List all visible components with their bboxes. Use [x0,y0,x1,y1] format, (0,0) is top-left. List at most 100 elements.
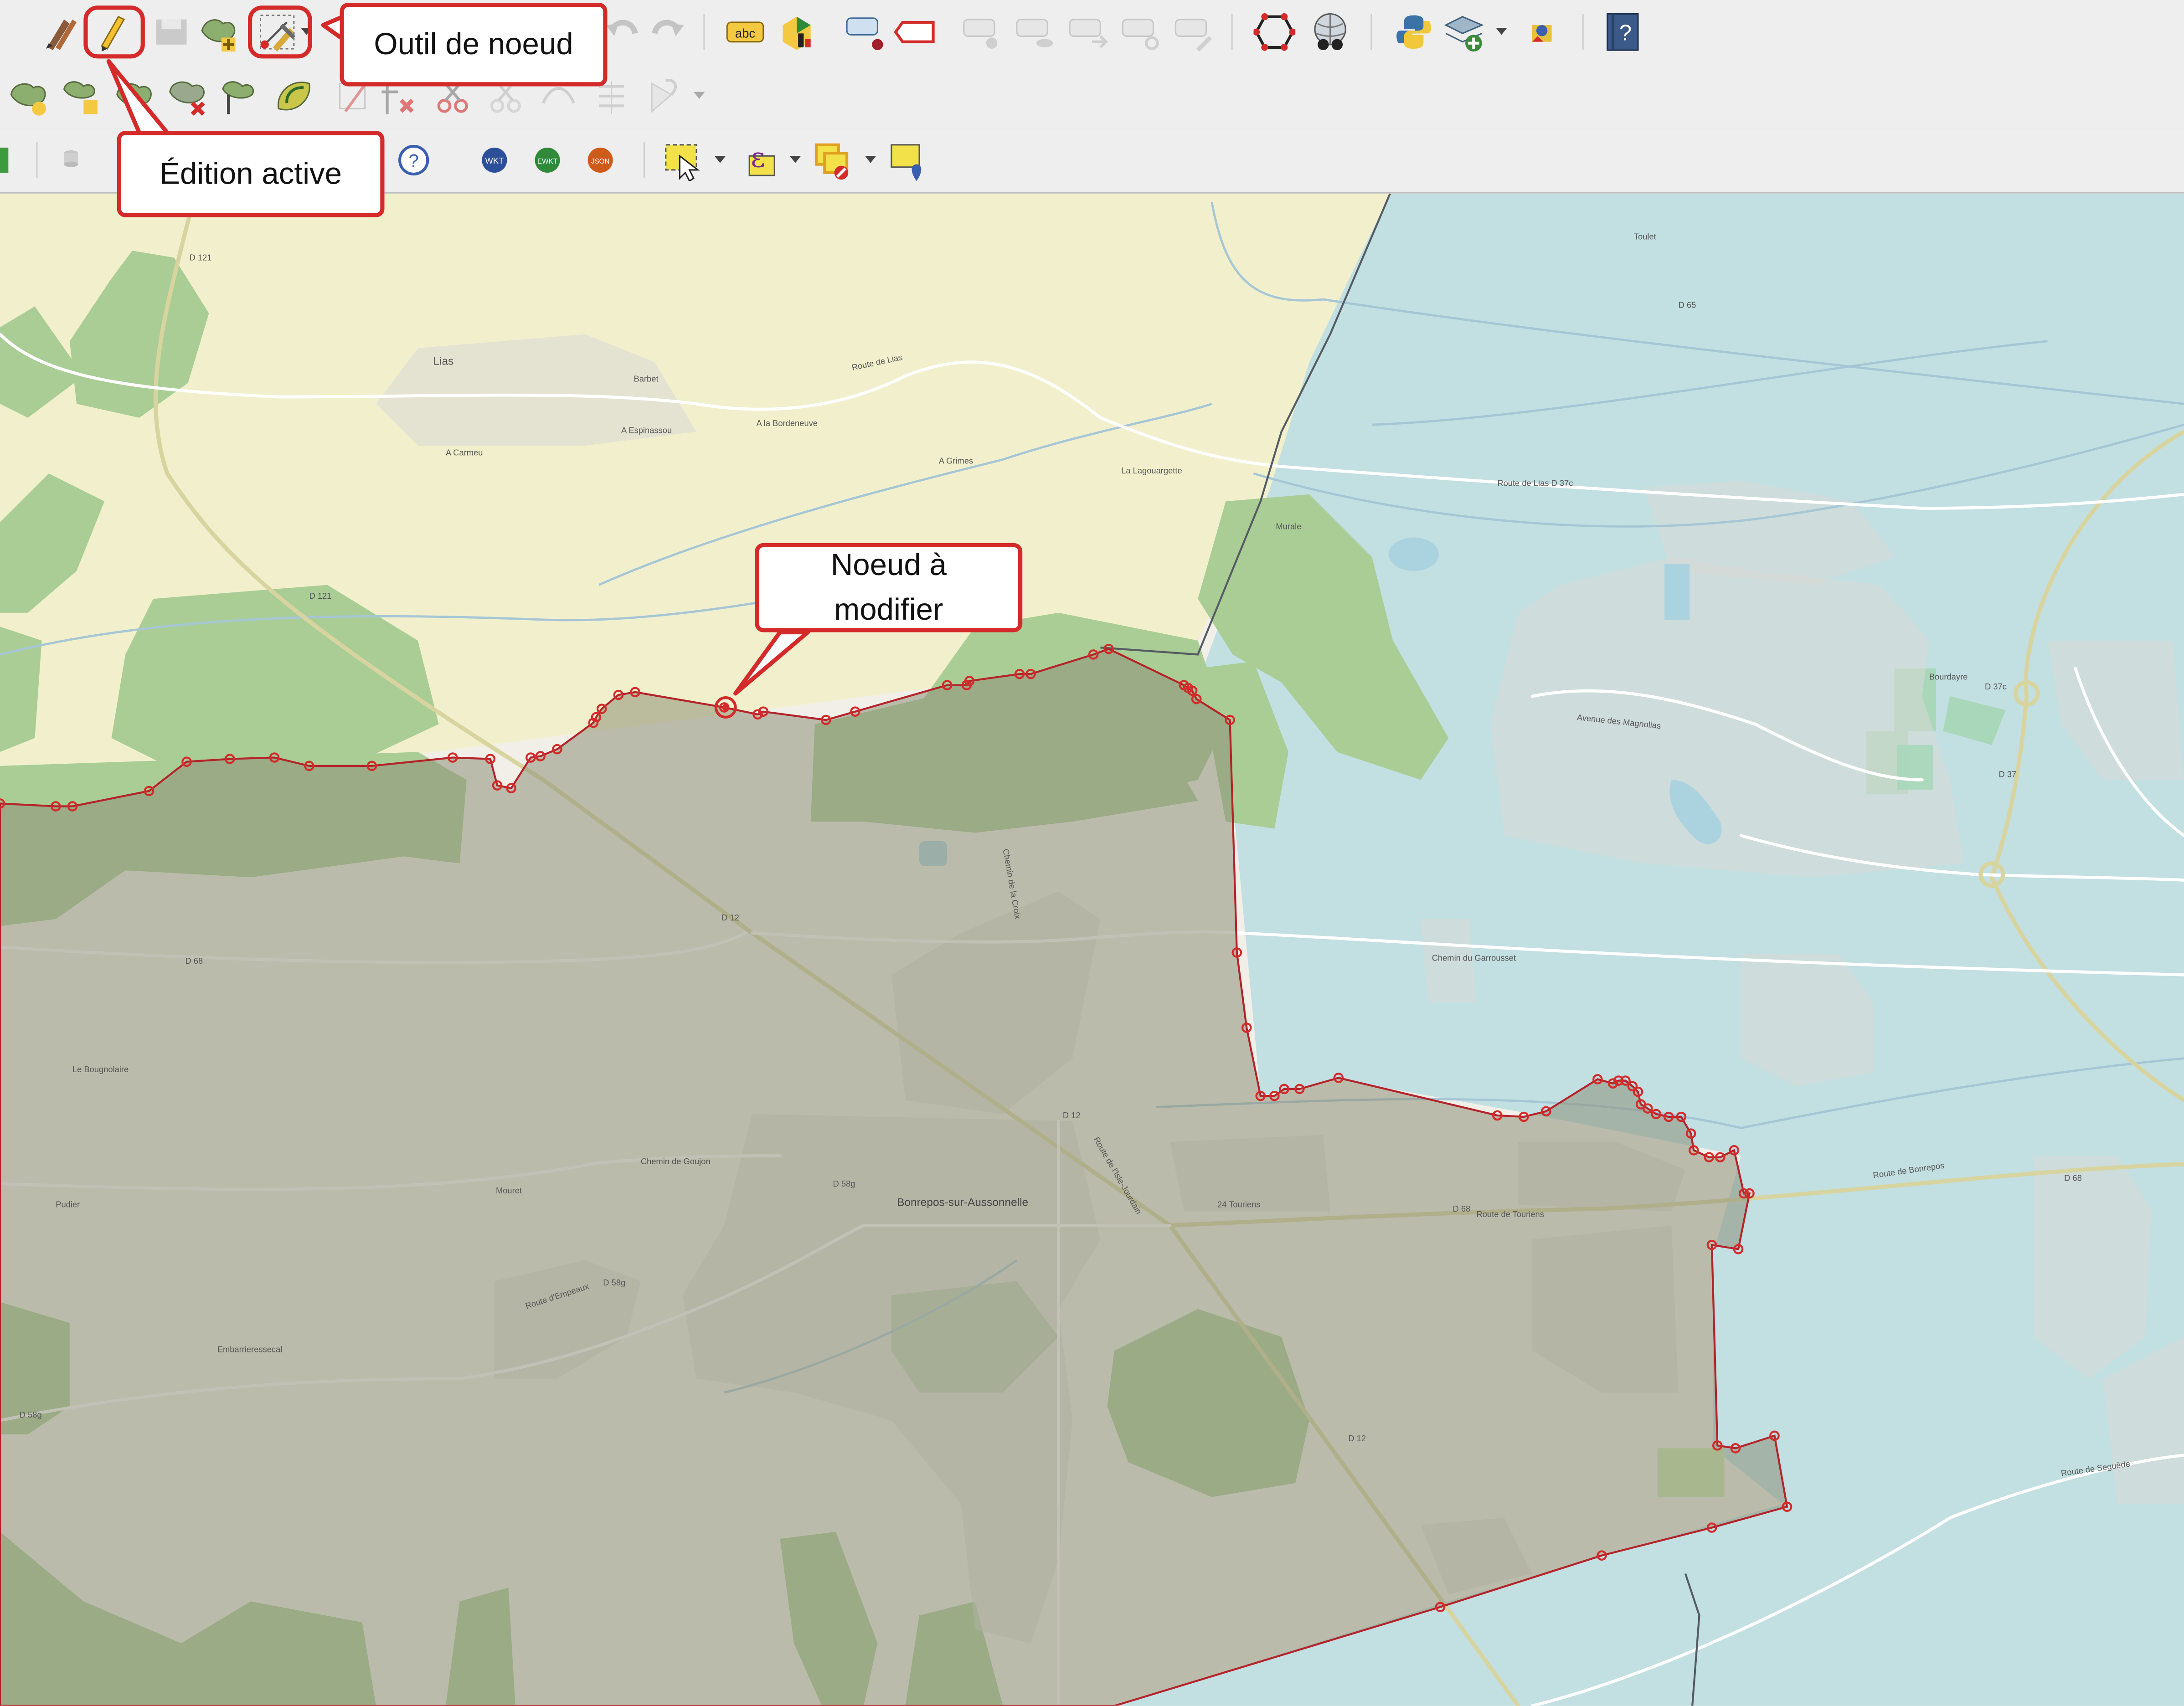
place-label: 24 Touriens [1217,1200,1260,1209]
undo-icon[interactable] [602,11,644,53]
svg-text:ε: ε [751,142,765,174]
json-button[interactable]: JSON [582,139,624,181]
toolbar-separator [703,14,705,51]
label-toolbar-icon[interactable]: abc [724,11,766,53]
road-shield-d37c: D 37c [1985,682,2007,691]
svg-text:?: ? [1619,21,1632,46]
street-label: Route de Lias D 37c [1497,478,1573,488]
help-icon[interactable]: ? [1602,11,1644,53]
road-shield-d12: D 12 [1063,1110,1081,1120]
svg-text:EWKT: EWKT [537,158,557,165]
town-label-bonrepos: Bonrepos-sur-Aussonnelle [897,1197,1028,1209]
place-label: Embarrieressecal [217,1344,283,1354]
simplify-dropdown-arrow[interactable] [693,92,705,99]
map-canvas[interactable]: D 121 D 121 Lias D 12 D 12 D 12 D 68 D 6… [0,193,2184,1706]
place-label: Mouret [496,1186,522,1195]
move-label-icon[interactable] [1067,11,1109,53]
edits-menu-button[interactable] [39,11,81,53]
reshape-icon[interactable] [220,75,262,117]
add-ring-icon[interactable] [8,75,50,117]
toolbar-separator [1582,14,1584,51]
road-shield-d58g: D 58g [20,1410,42,1419]
preview-label-icon[interactable] [1014,11,1056,53]
deselect-features-icon[interactable] [814,139,855,181]
pitch [1897,745,1933,790]
residential-block [1490,557,1964,878]
add-layer-dropdown-arrow[interactable] [1496,28,1507,35]
svg-text:?: ? [409,151,419,171]
place-label-lias: Lias [433,355,453,368]
svg-text:abc: abc [735,26,756,41]
road-shield-d58g: D 58g [833,1179,855,1188]
road-shield-d121: D 121 [309,591,331,601]
add-part-icon[interactable] [61,75,103,117]
svg-text:JSON: JSON [591,158,610,165]
place-label: Barbet [634,374,659,383]
advanced-digitizing-toolbar [0,64,2184,130]
callout-node-to-modify: Noeud à modifier [755,543,1023,632]
expression-dropdown-arrow[interactable] [789,156,801,163]
python-console-icon[interactable] [1393,11,1435,53]
toolbar-separator [643,142,645,179]
digitizing-toolbar: abc ? [0,0,2184,66]
highlight-label-icon[interactable] [894,11,936,53]
road-shield-d12: D 12 [721,913,739,922]
identify-help-icon[interactable]: ? [396,139,438,181]
place-label: A Carmeu [446,447,483,457]
map-svg: D 121 D 121 Lias D 12 D 12 D 12 D 68 D 6… [0,193,2184,1706]
fill-ring-icon[interactable] [114,75,156,117]
qgis-window: abc ? ? WKT EWKT JSON ε D 121 D 121 Lias… [0,0,2184,1706]
place-label: A Grimes [939,456,973,466]
show-hide-labels-icon[interactable] [961,11,1003,53]
street-label: Chemin du Garrousset [1432,953,1516,963]
road-shield-d68: D 68 [185,956,203,966]
road-shield-d68: D 68 [1453,1204,1471,1213]
toolbar-separator [1370,14,1372,51]
street-label: Chemin de Goujon [641,1156,711,1166]
callout-node-tool: Outil de noeud [340,3,608,87]
globe-binoculars-icon[interactable] [1309,11,1351,53]
database-icon[interactable] [56,139,98,181]
save-edits-icon[interactable] [150,11,192,53]
place-label: Pudier [56,1200,80,1209]
road-shield-d58g: D 58g [603,1278,625,1287]
select-by-location-icon[interactable] [889,139,931,181]
place-label: La Lagouargette [1121,466,1182,475]
pin-label-icon[interactable] [844,11,886,53]
offset-curve-icon[interactable] [273,75,315,117]
diagram-icon[interactable] [777,11,819,53]
select-by-expression-icon[interactable]: ε [738,139,780,181]
add-polygon-icon[interactable] [198,11,240,53]
redo-icon[interactable] [646,11,688,53]
callout-node-to-modify-text: Noeud à modifier [830,547,947,627]
ewkt-button[interactable]: EWKT [529,139,571,181]
road-shield-d37: D 37 [1999,769,2017,779]
place-label: Murale [1276,521,1301,531]
street-label: Route de Touriens [1476,1209,1544,1219]
callout-edition-active: Édition active [117,131,385,217]
svg-text:WKT: WKT [485,156,504,165]
pencil-highlight [83,5,145,59]
toolbar-separator [36,142,38,179]
road-shield-d68: D 68 [2064,1173,2082,1183]
simplify-feature-icon[interactable] [644,75,685,117]
topology-checker-icon[interactable] [1253,11,1296,53]
road-shield-d65: D 65 [1679,300,1696,309]
place-label: A Espinassou [621,425,672,435]
select-features-icon[interactable] [663,139,705,181]
place-label: A la Bordeneuve [756,418,818,428]
plugin-icon[interactable] [1521,11,1563,53]
add-layer-icon[interactable] [1443,11,1485,53]
rotate-label-icon[interactable] [1120,11,1162,53]
place-label: Toulet [1634,232,1656,242]
toolbar-separator [1231,14,1233,51]
road-shield-d121: D 121 [190,252,212,262]
deselect-dropdown-arrow[interactable] [865,156,876,163]
delete-ring-icon[interactable] [167,75,209,117]
change-label-icon[interactable] [1173,11,1215,53]
place-label: Le Bougnolaire [72,1064,129,1074]
wkt-button[interactable]: WKT [476,139,518,181]
node-tool-highlight [247,5,312,59]
road-shield-d12: D 12 [1348,1434,1366,1443]
select-dropdown-arrow[interactable] [714,156,726,163]
